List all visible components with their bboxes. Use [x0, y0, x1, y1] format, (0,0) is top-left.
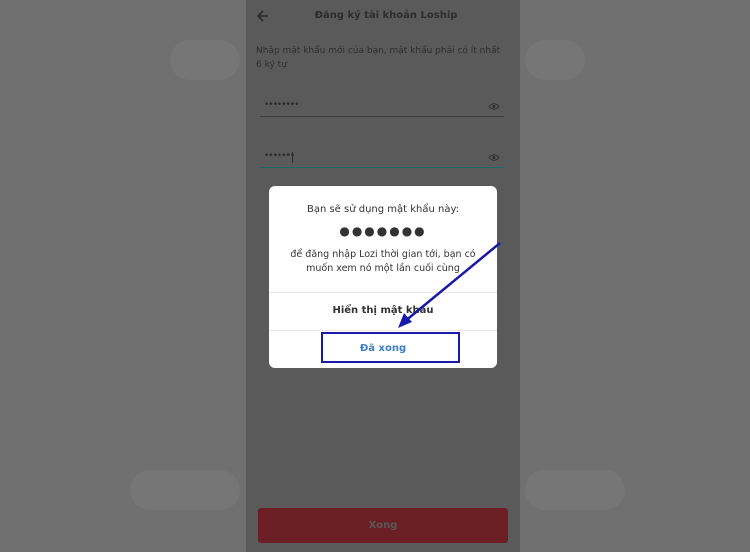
show-password-button[interactable]: Hiển thị mật khẩu — [269, 293, 497, 329]
back-arrow-icon[interactable] — [256, 8, 270, 24]
eye-icon[interactable] — [488, 153, 500, 162]
password-field[interactable]: •••••••• — [260, 100, 504, 117]
dialog-description: để đăng nhập Lozi thời gian tới, bạn có … — [290, 249, 476, 274]
background-blur — [130, 470, 240, 510]
dialog-message: Bạn sẽ sử dụng mật khẩu này: — [306, 204, 460, 215]
background-blur — [525, 470, 625, 510]
page-title: Đăng ký tài khoản Loship — [314, 10, 458, 21]
annotation-highlight-box — [321, 332, 460, 363]
confirm-password-field[interactable]: ••••••• — [260, 151, 504, 168]
password-instruction: Nhập mật khẩu mới của bạn, mật khẩu phải… — [256, 46, 501, 70]
submit-button[interactable]: Xong — [258, 508, 508, 543]
password-value: •••••••• — [264, 100, 299, 110]
background-blur — [170, 40, 240, 80]
confirm-password-value: ••••••• — [264, 151, 295, 161]
masked-password: ●●●●●●● — [339, 224, 427, 238]
eye-icon[interactable] — [488, 102, 500, 111]
text-caret — [292, 152, 293, 163]
background-blur — [525, 40, 585, 80]
